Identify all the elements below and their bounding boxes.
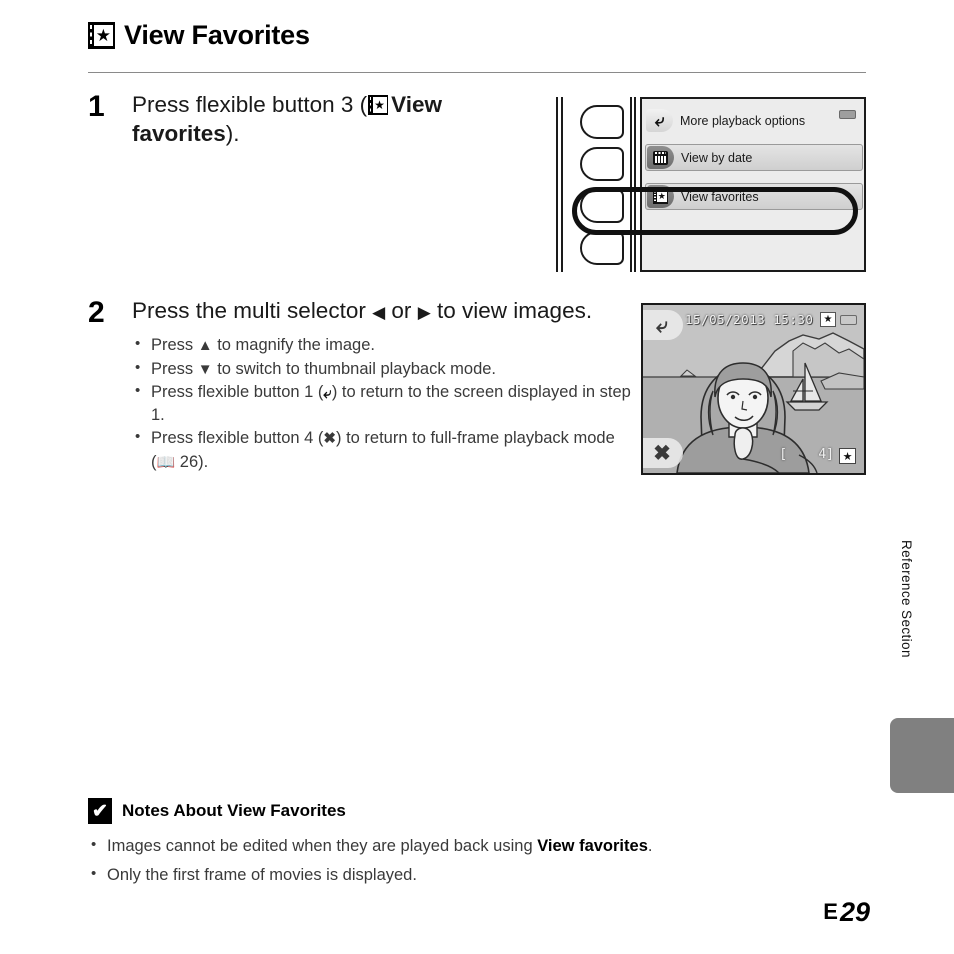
bullet-text-a: Press flexible button 4 ( xyxy=(151,429,324,447)
flexible-buttons-column xyxy=(580,101,626,269)
flexible-button-2[interactable] xyxy=(580,147,624,181)
list-item: Press ▲ to magnify the image. xyxy=(132,333,632,357)
menu-item-view-favorites[interactable]: ★ View favorites xyxy=(645,183,863,210)
view-favorites-icon: ★ xyxy=(839,448,856,464)
view-favorites-icon: ★ xyxy=(820,312,836,327)
flexible-button-1[interactable] xyxy=(580,105,624,139)
camera-screen-rail xyxy=(630,97,636,272)
step-2-bullet-list: Press ▲ to magnify the image. Press ▼ to… xyxy=(132,333,632,474)
list-item: Only the first frame of movies is displa… xyxy=(88,860,788,889)
menu-item-label: View favorites xyxy=(681,189,759,204)
down-arrow-icon: ▼ xyxy=(197,360,213,378)
photo-timestamp: 15/05/2013 15:30 xyxy=(685,312,814,327)
up-arrow-icon: ▲ xyxy=(197,337,213,354)
note-text-bold: View favorites xyxy=(537,837,648,855)
step-1-number: 1 xyxy=(88,90,105,123)
bullet-page-ref: 26). xyxy=(175,452,209,471)
section-side-label: Reference Section xyxy=(899,540,914,658)
list-item: Images cannot be edited when they are pl… xyxy=(88,831,788,860)
note-text-a: Images cannot be edited when they are pl… xyxy=(107,837,538,855)
section-mark: E xyxy=(823,899,838,924)
step-2-text: Press the multi selector ◀ or ▶ to view … xyxy=(132,296,632,325)
flexible-button-3[interactable] xyxy=(580,189,624,223)
step-1-text-before: Press flexible button 3 ( xyxy=(132,92,368,117)
manual-page: ★ View Favorites 1 Press flexible button… xyxy=(0,0,954,954)
back-arrow-icon: ⤷ xyxy=(323,385,332,402)
book-icon: 📖 xyxy=(156,453,176,471)
page-number: 29 xyxy=(839,897,870,927)
close-icon: ✖ xyxy=(323,430,336,447)
step-1-body: Press flexible button 3 ( ★ View favorit… xyxy=(132,90,532,148)
close-icon: ✖ xyxy=(653,441,671,465)
bullet-text-b: to magnify the image. xyxy=(212,336,375,354)
camera-playback-illustration: ⤷ 15/05/2013 15:30 ★ ✖ [ 4] ★ xyxy=(641,303,866,475)
list-item: Press flexible button 4 (✖) to return to… xyxy=(132,426,632,474)
softkey-back[interactable]: ⤷ xyxy=(643,310,683,340)
menu-item-more-playback-options[interactable]: ⤷ More playback options xyxy=(645,107,863,134)
notes-heading: Notes About View Favorites xyxy=(122,801,346,820)
page-header: ★ View Favorites xyxy=(88,22,310,49)
view-favorites-icon: ★ xyxy=(88,22,115,49)
page-folio: E 29 xyxy=(823,899,870,926)
camera-body-edge xyxy=(556,97,563,272)
list-item: Press ▼ to switch to thumbnail playback … xyxy=(132,357,632,381)
multi-selector-left-icon: ◀ xyxy=(372,303,386,322)
step-2-number: 2 xyxy=(88,296,105,329)
note-text-b: . xyxy=(647,837,653,855)
playback-options-menu: ⤷ More playback options View by date ★ V… xyxy=(640,97,866,272)
bullet-text-a: Press flexible button 1 ( xyxy=(151,383,324,401)
frame-counter: [ 4] xyxy=(779,447,834,462)
menu-item-label: More playback options xyxy=(680,113,806,128)
multi-selector-right-icon: ▶ xyxy=(417,303,431,322)
camera-menu-illustration: ⤷ More playback options View by date ★ V… xyxy=(556,97,866,272)
notes-list: Images cannot be edited when they are pl… xyxy=(88,831,788,889)
page-title: View Favorites xyxy=(124,20,310,50)
step-2-text-a: Press the multi selector xyxy=(132,298,373,323)
header-divider xyxy=(88,72,866,73)
bullet-text-a: Press xyxy=(151,359,198,378)
menu-item-label: View by date xyxy=(681,150,753,165)
bullet-text-a: Press xyxy=(151,336,198,354)
view-favorites-icon: ★ xyxy=(647,185,674,208)
menu-item-view-by-date[interactable]: View by date xyxy=(645,144,863,171)
battery-icon xyxy=(840,315,857,325)
softkey-close[interactable]: ✖ xyxy=(643,438,683,468)
step-1-text-after: ). xyxy=(225,121,240,146)
list-item: Press flexible button 1 (⤷) to return to… xyxy=(132,380,632,426)
flexible-button-4[interactable] xyxy=(580,231,624,265)
view-favorites-icon: ★ xyxy=(368,95,389,115)
step-1-text: Press flexible button 3 ( ★ View favorit… xyxy=(132,90,532,148)
bullet-text-b: to switch to thumbnail playback mode. xyxy=(212,359,497,378)
section-thumb-tab xyxy=(890,718,954,793)
caution-check-icon: ✔ xyxy=(88,798,112,824)
notes-heading-row: ✔ Notes About View Favorites xyxy=(88,798,788,824)
step-2-text-b: or xyxy=(385,298,418,323)
back-arrow-icon: ⤷ xyxy=(656,313,668,337)
notes-section: ✔ Notes About View Favorites Images cann… xyxy=(88,798,788,890)
step-2-body: Press the multi selector ◀ or ▶ to view … xyxy=(132,296,632,475)
step-2-text-c: to view images. xyxy=(430,298,593,323)
calendar-icon xyxy=(647,146,674,169)
note-text-a: Only the first frame of movies is displa… xyxy=(107,866,417,884)
back-arrow-icon: ⤷ xyxy=(646,109,673,132)
